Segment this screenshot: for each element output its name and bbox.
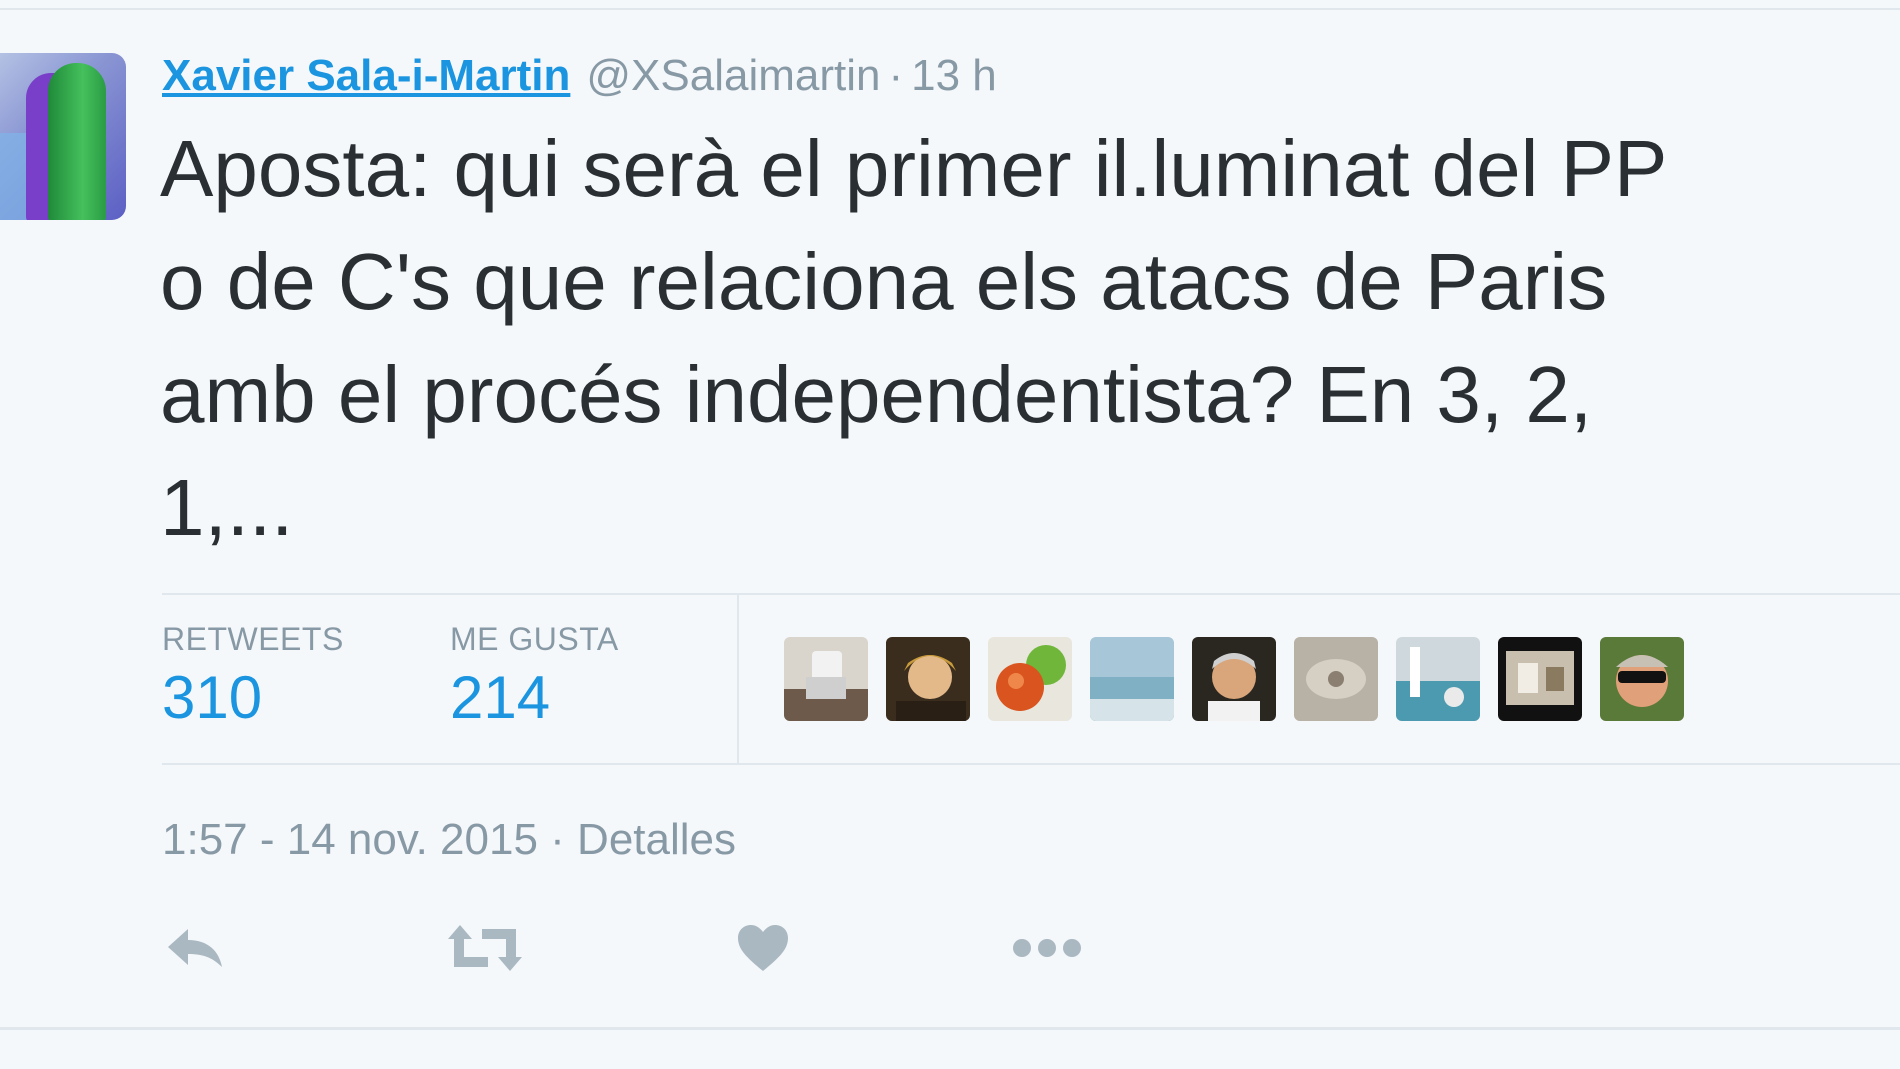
likes-count[interactable]: 214 <box>450 666 619 730</box>
relative-time-link[interactable]: 13 h <box>911 51 997 100</box>
liker-avatar[interactable] <box>1294 637 1378 721</box>
liker-avatar[interactable] <box>988 637 1072 721</box>
tweet-timestamp: 1:57 - 14 nov. 2015 · Detalles <box>162 815 736 865</box>
timestamp-separator: · <box>550 815 565 864</box>
like-icon <box>736 923 790 978</box>
retweets-count[interactable]: 310 <box>162 666 344 730</box>
stats-divider <box>737 595 739 763</box>
retweet-button[interactable] <box>448 920 522 980</box>
tweet-stats: RETWEETS 310 ME GUSTA 214 <box>162 593 1900 765</box>
liker-avatar[interactable] <box>886 637 970 721</box>
like-button[interactable] <box>736 920 790 980</box>
author-name-link[interactable]: Xavier Sala-i-Martin <box>162 51 570 100</box>
retweets-label: RETWEETS <box>162 621 344 657</box>
likes-label: ME GUSTA <box>450 621 619 657</box>
bottom-divider <box>0 1027 1900 1030</box>
more-icon <box>1012 936 1082 965</box>
details-link[interactable]: Detalles <box>577 815 736 864</box>
author-handle[interactable]: @XSalaimartin <box>586 51 880 100</box>
reply-button[interactable] <box>164 920 226 980</box>
retweet-icon <box>448 923 522 978</box>
liker-avatar[interactable] <box>1600 637 1684 721</box>
more-button[interactable] <box>1012 920 1082 980</box>
author-avatar[interactable] <box>0 53 126 220</box>
likes-stat[interactable]: ME GUSTA 214 <box>450 621 619 730</box>
liker-avatar[interactable] <box>1396 637 1480 721</box>
liker-avatar[interactable] <box>784 637 868 721</box>
header-separator: · <box>888 51 904 100</box>
reply-icon <box>164 925 226 976</box>
retweets-stat[interactable]: RETWEETS 310 <box>162 621 344 730</box>
liker-avatar[interactable] <box>1090 637 1174 721</box>
tweet-text: Aposta: qui serà el primer il.luminat de… <box>160 124 1668 552</box>
top-divider <box>0 8 1900 10</box>
tweet-datetime[interactable]: 1:57 - 14 nov. 2015 <box>162 815 538 864</box>
liker-avatar[interactable] <box>1498 637 1582 721</box>
tweet-header: Xavier Sala-i-Martin @XSalaimartin · 13 h <box>162 50 997 102</box>
liker-avatar[interactable] <box>1192 637 1276 721</box>
